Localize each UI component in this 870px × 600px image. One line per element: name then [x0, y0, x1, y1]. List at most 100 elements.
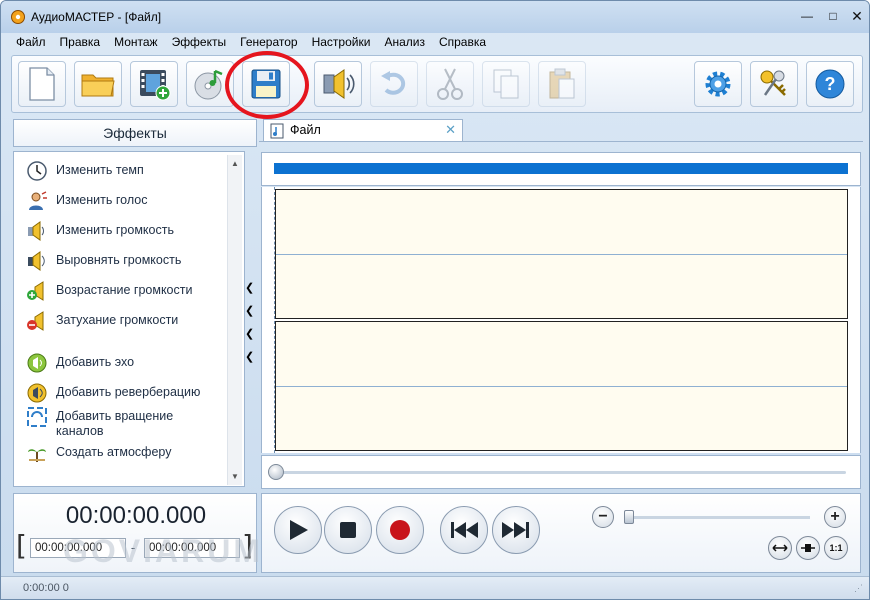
undo-button[interactable] [370, 61, 418, 107]
window-title: АудиоМАСТЕР - [Файл] [31, 10, 162, 24]
paste-button[interactable] [538, 61, 586, 107]
copy-button[interactable] [482, 61, 530, 107]
stop-icon [340, 522, 356, 538]
help-button[interactable]: ? [806, 61, 854, 107]
toolbar: ? [11, 55, 863, 113]
effect-rotate-channels[interactable]: Добавить вращение каналов [26, 406, 196, 439]
zoom-selection-icon [801, 544, 815, 552]
menu-analysis[interactable]: Анализ [377, 34, 432, 52]
new-file-button[interactable] [18, 61, 66, 107]
scroll-up-icon[interactable]: ▲ [231, 159, 239, 168]
scroll-down-icon[interactable]: ▼ [231, 472, 239, 481]
audio-file-icon [270, 123, 284, 139]
effect-change-volume[interactable]: Изменить громкость [26, 220, 174, 242]
rotate-channels-icon [27, 407, 47, 427]
rewind-button[interactable] [440, 506, 488, 554]
settings-button[interactable] [694, 61, 742, 107]
fast-forward-button[interactable] [492, 506, 540, 554]
effect-label: Изменить громкость [56, 223, 174, 237]
gear-icon [705, 71, 731, 97]
file-tab-label: Файл [290, 123, 321, 137]
fast-forward-icon [502, 522, 529, 538]
effect-change-tempo[interactable]: Изменить темп [26, 160, 144, 182]
effect-label: Создать атмосферу [56, 445, 172, 459]
minimize-button[interactable]: — [797, 7, 817, 25]
zoom-actual-button[interactable]: 1:1 [824, 536, 848, 560]
menu-edit[interactable]: Правка [53, 34, 108, 52]
menu-settings[interactable]: Настройки [305, 34, 378, 52]
volume-change-icon [28, 221, 44, 241]
current-time: 00:00:00.000 [65, 502, 207, 529]
watermark: GOVIARUM [63, 533, 263, 569]
zoom-fit-width-button[interactable] [768, 536, 792, 560]
open-video-button[interactable] [130, 61, 178, 107]
collapse-arrow-icon: ❮ [245, 305, 255, 317]
svg-text:?: ? [825, 74, 836, 94]
effect-fade-in[interactable]: Возрастание громкости [26, 280, 192, 302]
menu-help[interactable]: Справка [432, 34, 493, 52]
open-file-button[interactable] [74, 61, 122, 107]
tab-strip-line [259, 141, 863, 142]
effects-scrollbar[interactable]: ▲ ▼ [227, 155, 242, 485]
effect-label: Добавить реверберацию [56, 385, 201, 399]
baseline [276, 254, 847, 255]
save-highlight-circle [225, 51, 309, 119]
effect-create-atmosphere[interactable]: Создать атмосферу [26, 442, 171, 464]
effect-label: Добавить вращение каналов [56, 409, 174, 438]
effect-change-voice[interactable]: Изменить голос [26, 190, 147, 212]
collapse-arrow-icon: ❮ [245, 328, 255, 340]
channel-right[interactable] [275, 321, 848, 451]
effect-label: Возрастание громкости [56, 283, 193, 297]
status-bar: 0:00:00 0 ⋰ [1, 576, 869, 599]
effects-list: Изменить темп Изменить голос Изменить гр… [13, 151, 245, 487]
transport-panel: − + 1:1 [261, 493, 861, 573]
effect-label: Добавить эхо [56, 355, 135, 369]
baseline [276, 386, 847, 387]
close-tab-icon[interactable]: ✕ [445, 122, 456, 138]
menu-effects[interactable]: Эффекты [165, 34, 234, 52]
zoom-selection-button[interactable] [796, 536, 820, 560]
effect-add-echo[interactable]: Добавить эхо [26, 352, 134, 374]
menu-montage[interactable]: Монтаж [107, 34, 165, 52]
menu-generator[interactable]: Генератор [233, 34, 304, 52]
waveform-area[interactable] [261, 187, 861, 453]
close-button[interactable]: ✕ [847, 7, 867, 25]
clock-icon [27, 161, 47, 181]
channel-left[interactable] [275, 189, 848, 319]
zoom-out-button[interactable]: − [592, 506, 614, 528]
waveform-overview[interactable] [261, 152, 861, 186]
volume-up-icon [27, 281, 44, 301]
maximize-button[interactable]: □ [823, 7, 843, 25]
collapse-arrow-icon: ❮ [245, 282, 255, 294]
app-logo-icon [11, 10, 25, 24]
panel-collapse-arrows[interactable]: ❮ ❮ ❮ ❮ [245, 277, 257, 369]
stop-button[interactable] [324, 506, 372, 554]
person-voice-icon [29, 191, 47, 210]
effect-label: Затухание громкости [56, 313, 179, 327]
collapse-arrow-icon: ❮ [245, 351, 255, 363]
help-icon: ? [815, 69, 845, 99]
echo-icon [27, 353, 47, 373]
resize-grip-icon[interactable]: ⋰ [854, 583, 863, 594]
volume-level-icon [28, 251, 45, 271]
volume-down-icon [27, 311, 44, 331]
effects-panel-header: Эффекты [13, 119, 257, 147]
zoom-track [628, 516, 810, 519]
speaker-icon [323, 69, 355, 99]
timeline-scrollbar[interactable] [261, 455, 861, 489]
effect-add-reverb[interactable]: Добавить реверберацию [26, 382, 200, 404]
timeline-track [272, 471, 846, 474]
register-button[interactable] [750, 61, 798, 107]
volume-effect-button[interactable] [314, 61, 362, 107]
record-button[interactable] [376, 506, 424, 554]
effect-fade-out[interactable]: Затухание громкости [26, 310, 178, 332]
file-tab[interactable]: Файл ✕ [263, 119, 463, 141]
zoom-in-button[interactable]: + [824, 506, 846, 528]
bracket-left-icon: [ [16, 529, 27, 562]
play-button[interactable] [274, 506, 322, 554]
menu-file[interactable]: Файл [9, 34, 53, 52]
effect-level-volume[interactable]: Выровнять громкость [26, 250, 181, 272]
zoom-slider-thumb[interactable] [624, 510, 634, 524]
cut-button[interactable] [426, 61, 474, 107]
timeline-thumb[interactable] [268, 464, 284, 480]
